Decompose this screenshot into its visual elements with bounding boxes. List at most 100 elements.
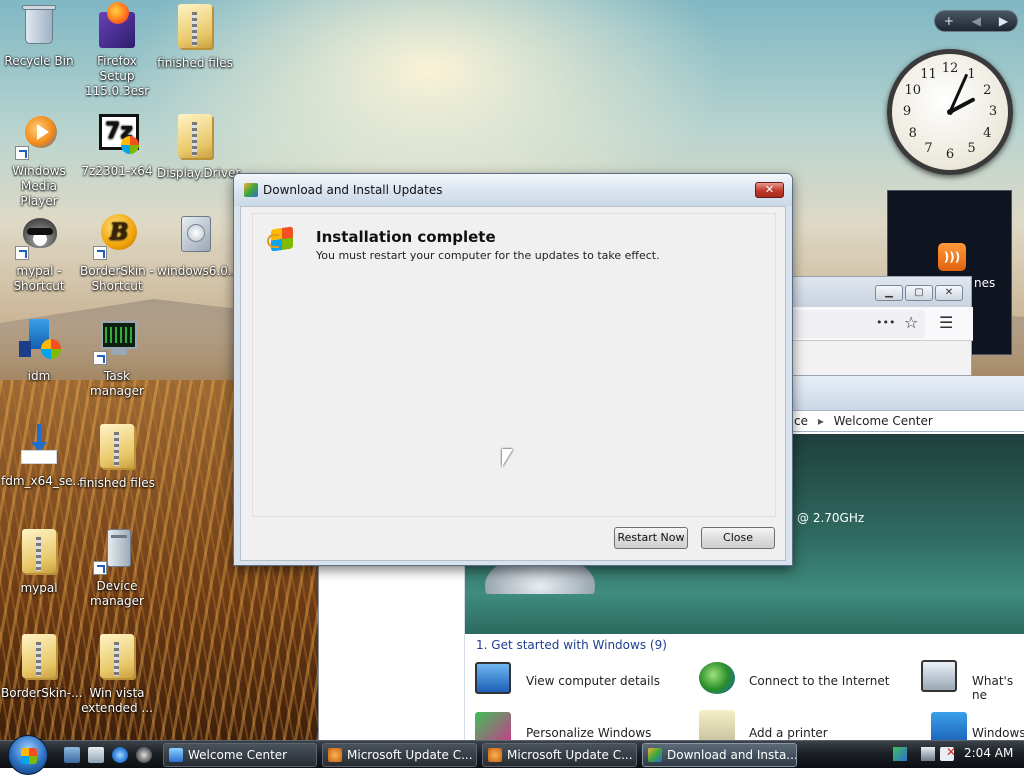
raccoon-browser-icon: [15, 212, 63, 260]
close-button[interactable]: Close: [701, 527, 775, 549]
background-firefox-window[interactable]: ▁ ▢ ✕ ••• ☆ ☰: [790, 276, 973, 376]
dialog-title: Download and Install Updates: [263, 183, 443, 197]
desktop-icon-label: Task manager: [90, 369, 144, 398]
clock-number: 9: [902, 104, 912, 119]
taskbar-clock[interactable]: 2:04 AM: [964, 746, 1013, 760]
browser-toolbar: ••• ☆ ☰: [791, 307, 973, 341]
update-package-icon: [171, 212, 219, 260]
desktop-icon-finished-files[interactable]: finished files: [157, 2, 233, 71]
taskbar-button-microsoft-update-1[interactable]: Microsoft Update C...: [322, 743, 477, 767]
volume-muted-icon[interactable]: ✕: [940, 745, 956, 761]
bookmark-star-icon[interactable]: ☆: [904, 313, 918, 332]
desktop-icon-mypal-shortcut[interactable]: mypal - Shortcut: [1, 212, 77, 294]
clock-gadget[interactable]: 12 1 2 3 4 5 6 7 8 9 10 11: [887, 49, 1013, 175]
taskbar-button-label: Download and Insta...: [667, 748, 797, 762]
browser-icon: [328, 748, 342, 762]
close-window-button[interactable]: ✕: [935, 285, 963, 301]
browser-icon: [488, 748, 502, 762]
zip-folder-icon: [93, 424, 141, 472]
breadcrumb-parent[interactable]: ce: [794, 414, 808, 428]
desktop-icon-label: Win vista extended ...: [81, 686, 153, 715]
desktop-icon-finished-files-2[interactable]: finished files: [79, 422, 155, 491]
desktop-icon-windows-update-package[interactable]: windows6.0...: [157, 212, 240, 279]
personalize-icon: [475, 712, 511, 740]
computer-details-icon: [475, 662, 511, 694]
start-button[interactable]: [8, 735, 48, 775]
desktop-icon-label: 7z2301-x64: [81, 164, 153, 178]
next-gadget-button[interactable]: ▶: [999, 14, 1008, 28]
window-titlebar: ▁ ▢ ✕: [791, 277, 971, 307]
close-icon[interactable]: ✕: [755, 182, 784, 198]
add-gadget-button[interactable]: +: [944, 14, 954, 28]
breadcrumb-current[interactable]: Welcome Center: [834, 414, 933, 428]
app-menu-icon[interactable]: ☰: [939, 313, 953, 332]
switch-windows-icon[interactable]: [88, 747, 104, 763]
internet-explorer-icon[interactable]: [112, 747, 128, 763]
shortcut-arrow-icon: [93, 246, 107, 260]
zip-folder-icon: [171, 114, 219, 162]
getting-started-list: 1. Get started with Windows (9) View com…: [465, 634, 1024, 740]
taskbar-button-download-install[interactable]: Download and Insta...: [642, 743, 797, 767]
desktop-icon-task-manager[interactable]: Task manager: [79, 317, 155, 399]
clock-number: 3: [988, 104, 998, 119]
clock-number: 2: [983, 82, 992, 98]
minimize-button[interactable]: ▁: [875, 285, 903, 301]
rss-icon: ))): [938, 243, 966, 271]
desktop-icon-label: finished files: [157, 56, 233, 70]
shortcut-arrow-icon: [93, 351, 107, 365]
desktop-icon-label: fdm_x64_se...: [1, 474, 84, 488]
dialog-titlebar[interactable]: Download and Install Updates ✕: [234, 174, 792, 206]
desktop-icon-borderskin-shortcut[interactable]: B BorderSkin - Shortcut: [79, 212, 155, 294]
taskbar-button-microsoft-update-2[interactable]: Microsoft Update C...: [482, 743, 637, 767]
windows-update-icon: [244, 183, 258, 197]
whats-new-link[interactable]: What's ne: [972, 674, 1024, 702]
desktop-icon-label: windows6.0...: [157, 264, 240, 278]
recycle-bin-icon: [15, 2, 63, 50]
maximize-button[interactable]: ▢: [905, 285, 933, 301]
taskbar-button-label: Microsoft Update C...: [347, 748, 473, 762]
windows-update-tray-icon[interactable]: [893, 747, 907, 761]
breadcrumb[interactable]: ce ▸ Welcome Center: [789, 410, 1024, 432]
network-icon[interactable]: [921, 747, 935, 761]
windows-feature-link[interactable]: Windows: [972, 726, 1024, 740]
taskbar-button-welcome-center[interactable]: Welcome Center: [163, 743, 317, 767]
desktop-icon-windows-media-player[interactable]: Windows Media Player: [1, 112, 77, 209]
desktop-icon-7zip[interactable]: 7z 7z2301-x64: [79, 112, 155, 179]
section-header[interactable]: 1. Get started with Windows (9): [476, 638, 667, 652]
page-actions-icon[interactable]: •••: [876, 316, 895, 329]
shortcut-arrow-icon: [15, 146, 29, 160]
desktop-icon-recycle-bin[interactable]: Recycle Bin: [1, 2, 77, 69]
printer-icon: [699, 710, 735, 740]
desktop-icon-win-vista-extended[interactable]: Win vista extended ...: [79, 632, 155, 716]
mouse-cursor-icon: [502, 449, 513, 467]
clock-number: 8: [908, 125, 917, 141]
zip-folder-icon: [15, 529, 63, 577]
mypal-quicklaunch-icon[interactable]: [136, 747, 152, 763]
zip-folder-icon: [93, 634, 141, 682]
download-install-updates-dialog[interactable]: Download and Install Updates ✕ Installat…: [233, 173, 793, 566]
dialog-body: Installation complete You must restart y…: [240, 206, 786, 561]
desktop-icon-borderskin-folder[interactable]: BorderSkin-...: [1, 632, 83, 701]
show-desktop-icon[interactable]: [64, 747, 80, 763]
desktop-icon-device-manager[interactable]: Device manager: [79, 527, 155, 609]
desktop-icon-label: finished files: [79, 476, 155, 490]
add-printer-link[interactable]: Add a printer: [749, 726, 828, 740]
desktop-icon-display-driver[interactable]: Display.Driver: [157, 112, 240, 181]
desktop-icon-label: Device manager: [90, 579, 144, 608]
restart-now-button[interactable]: Restart Now: [614, 527, 688, 549]
shortcut-arrow-icon: [93, 561, 107, 575]
view-computer-details-link[interactable]: View computer details: [526, 674, 660, 688]
connect-internet-link[interactable]: Connect to the Internet: [749, 674, 889, 688]
personalize-windows-link[interactable]: Personalize Windows: [526, 726, 651, 740]
desktop-icon-fdm-setup[interactable]: fdm_x64_se...: [1, 422, 84, 489]
device-manager-icon: [93, 527, 141, 575]
desktop-icon-mypal[interactable]: mypal: [1, 527, 77, 596]
desktop-icon-idm[interactable]: idm: [1, 317, 77, 384]
previous-gadget-button[interactable]: ◀: [972, 14, 981, 28]
desktop-icon-firefox-setup[interactable]: Firefox Setup 115.0.3esr: [79, 2, 155, 99]
7zip-installer-icon: 7z: [93, 112, 141, 160]
download-arrow-icon: [15, 422, 63, 470]
zip-folder-icon: [171, 4, 219, 52]
breadcrumb-separator: ▸: [817, 414, 824, 428]
desktop-icon-label: Firefox Setup 115.0.3esr: [84, 54, 150, 98]
